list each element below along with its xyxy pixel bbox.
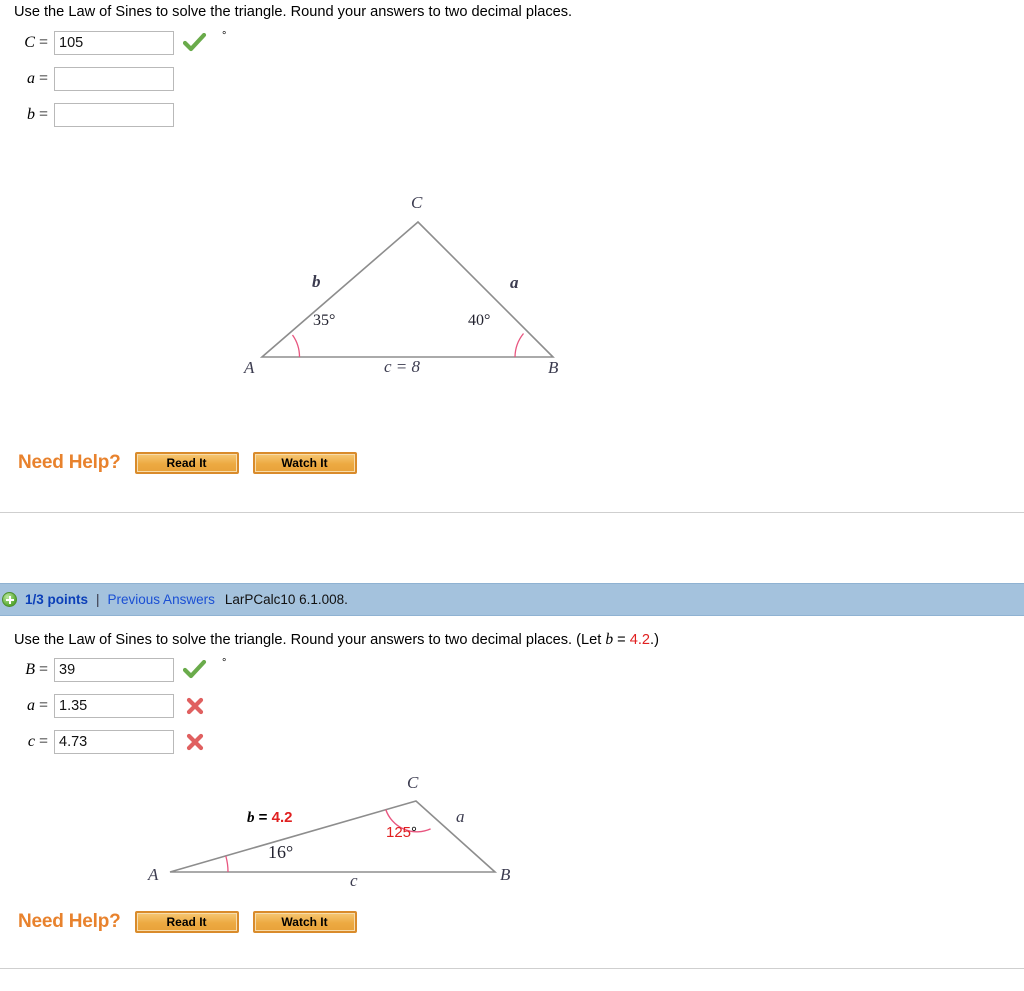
degree-symbol-C: ° (222, 30, 227, 42)
score-separator: | (96, 592, 100, 607)
vertex-label-A-1: A (244, 358, 255, 377)
answer-label-b: b = (26, 106, 48, 123)
question-code-label: LarPCalc10 6.1.008. (224, 592, 348, 607)
answer-label-C: C = (24, 34, 48, 51)
angle-label-C-2: 125° (386, 824, 417, 841)
answer-row-a: a = (14, 66, 174, 92)
section-divider-2 (0, 968, 1024, 969)
triangle-figure-1: C A B b a c = 8 35° 40° (230, 190, 590, 390)
vertex-label-B-1: B (548, 358, 559, 377)
triangle-svg-2 (169, 800, 498, 873)
answer-mark-C (182, 33, 208, 53)
question1-prompt-text: Use the Law of Sines to solve the triang… (14, 4, 573, 20)
question2-prompt-prefix: Use the Law of Sines to solve the triang… (14, 632, 606, 648)
angle-label-B-1: 40° (468, 312, 491, 329)
question2-prompt: Use the Law of Sines to solve the triang… (14, 631, 659, 650)
answer-row-c-2: c = (14, 729, 208, 755)
side-label-b-2-value: 4.2 (271, 809, 293, 826)
watch-it-button-2[interactable]: Watch It (252, 911, 357, 933)
vertex-label-B-2: B (500, 865, 511, 884)
degree-symbol-B-2: ° (222, 657, 227, 669)
vertex-label-C-2: C (407, 773, 419, 792)
answer-input-a[interactable] (54, 67, 174, 91)
score-points-label: 1/3 points (25, 592, 89, 607)
side-label-c-1: c = 8 (384, 357, 421, 376)
score-bar-2: 1/3 points | Previous Answers LarPCalc10… (0, 583, 1024, 616)
question2-prompt-given: 4.2 (629, 632, 651, 648)
need-help-label-1: Need Help? (18, 452, 121, 473)
answer-input-C[interactable] (54, 31, 174, 55)
answer-row-C: C = ° (14, 30, 226, 56)
side-label-b-2-eq: = (254, 809, 272, 826)
question1-prompt: Use the Law of Sines to solve the triang… (14, 4, 572, 22)
answer-label-a: a = (26, 70, 48, 87)
angle-label-C-2-degree: ° (411, 824, 418, 841)
answer-row-B-2: B = ° (14, 657, 226, 683)
answer-row-b: b = (14, 102, 174, 128)
answer-input-c-2[interactable] (54, 730, 174, 754)
watch-it-button-1[interactable]: Watch It (252, 452, 357, 474)
previous-answers-link[interactable]: Previous Answers (108, 592, 215, 607)
side-label-c-2: c (350, 871, 358, 890)
answer-input-a-2[interactable] (54, 694, 174, 718)
answer-input-B-2[interactable] (54, 658, 174, 682)
side-label-b-2-var: b (247, 810, 255, 826)
angle-label-A-2: 16° (268, 842, 294, 862)
need-help-2: Need Help? Read It Watch It (18, 911, 357, 933)
side-label-a-1: a (510, 273, 519, 292)
answer-row-a-2: a = (14, 693, 208, 719)
need-help-1: Need Help? Read It Watch It (18, 452, 357, 474)
question2-prompt-suffix: .) (650, 632, 659, 648)
side-label-a-2: a (456, 807, 465, 826)
side-label-b-2: b = 4.2 (247, 809, 292, 827)
answer-mark-c-2 (182, 732, 208, 752)
read-it-button-2[interactable]: Read It (134, 911, 239, 933)
need-help-label-2: Need Help? (18, 911, 121, 932)
angle-label-C-2-value: 125 (386, 824, 412, 841)
question2-prompt-eq: = (613, 632, 630, 648)
question2-prompt-var: b (605, 631, 614, 648)
triangle-figure-2: C A B b = 4.2 a c 16° 125° (130, 765, 530, 895)
answer-mark-a-2 (182, 696, 208, 716)
side-label-b-1: b (312, 272, 321, 291)
vertex-label-A-2: A (148, 865, 159, 884)
read-it-button-1[interactable]: Read It (134, 452, 239, 474)
vertex-label-C-1: C (411, 193, 423, 212)
answer-label-a-2: a = (26, 697, 48, 714)
section-divider-1 (0, 512, 1024, 513)
answer-input-b[interactable] (54, 103, 174, 127)
answer-label-B-2: B = (25, 661, 48, 678)
angle-label-A-1: 35° (313, 312, 336, 329)
plus-circle-icon[interactable] (2, 592, 17, 607)
answer-label-c-2: c = (27, 733, 48, 750)
answer-mark-B-2 (182, 660, 208, 680)
